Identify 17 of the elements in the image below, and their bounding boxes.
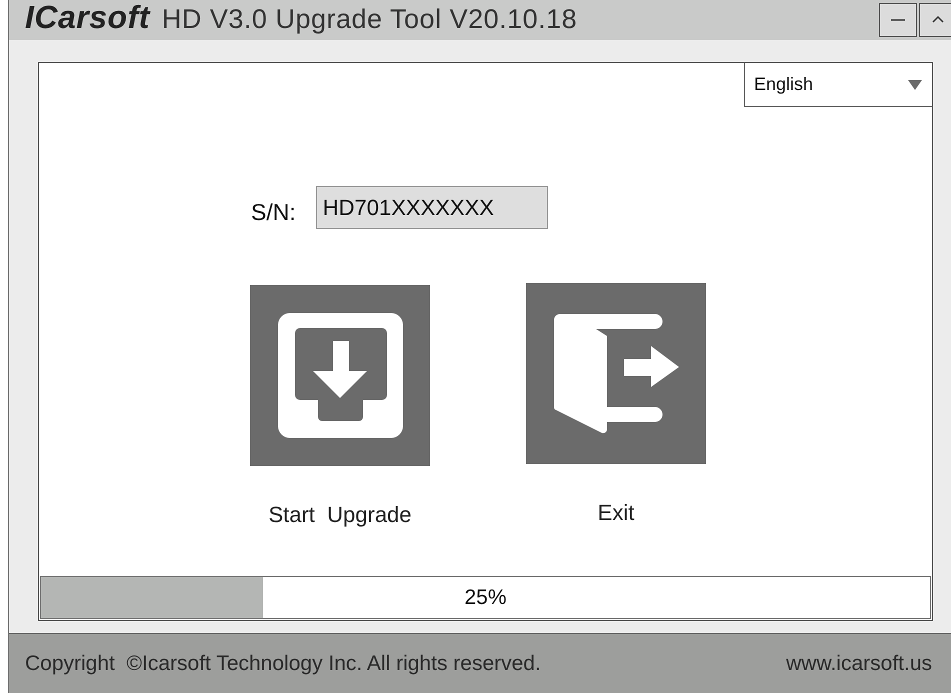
button-label: Exit [598,500,634,526]
dropdown-arrow-icon[interactable] [908,80,922,90]
download-tray-icon [278,313,402,438]
language-dropdown[interactable]: English [744,63,932,107]
button-label: Start Upgrade [268,502,412,528]
copyright-text: Copyright ©Icarsoft Technology Inc. All rights reserved. [25,652,541,676]
exit-door-icon [552,313,680,434]
progress-percent: 25% [464,586,507,610]
serial-label: S/N: [251,199,296,226]
start-upgrade-button[interactable] [250,285,430,466]
exit-button[interactable] [526,283,706,464]
caret-button[interactable] [919,3,951,37]
minimize-button[interactable] [879,3,917,37]
website-link[interactable]: www.icarsoft.us [786,652,932,676]
app-logo: ICarsoft [25,0,150,37]
window-title: HD V3.0 Upgrade Tool V20.10.18 [162,4,578,35]
serial-field[interactable]: HD701XXXXXXX [316,186,548,229]
